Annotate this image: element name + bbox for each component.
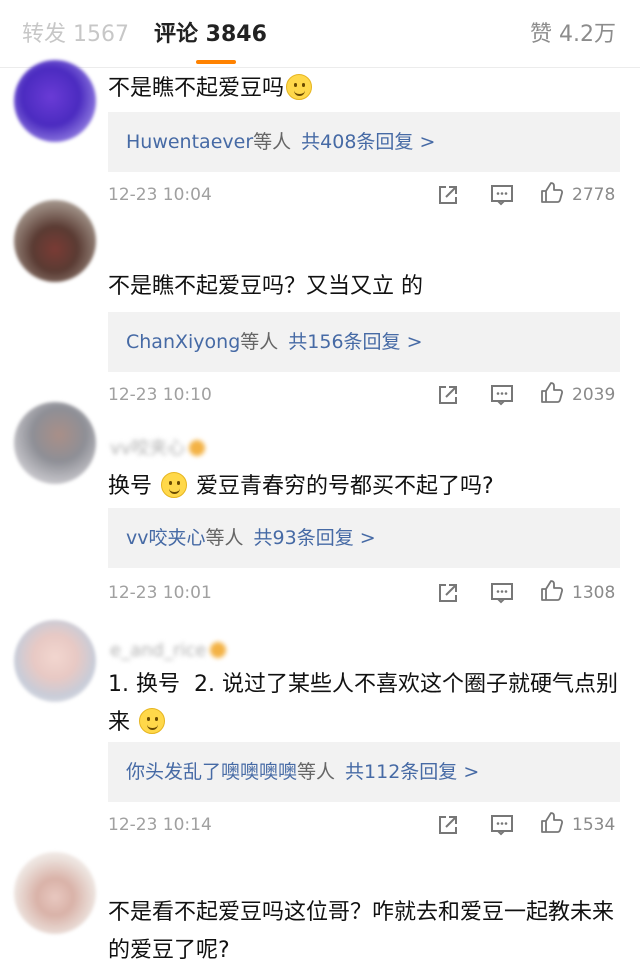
username[interactable]: e_and_rice: [110, 640, 227, 662]
avatar[interactable]: [14, 60, 96, 142]
tab-comments[interactable]: 评论 3846: [154, 20, 267, 50]
comment-meta: 12-23 10:10 2039: [108, 380, 620, 410]
reply-summary[interactable]: Huwentaever等人 共408条回复 >: [108, 112, 620, 172]
reply-summary[interactable]: 你头发乱了噢噢噢噢等人 共112条回复 >: [108, 742, 620, 802]
comment-meta: 12-23 10:01 1308: [108, 578, 620, 608]
reply-summary[interactable]: vv咬夹心等人 共93条回复 >: [108, 508, 620, 568]
thumbs-up-icon[interactable]: [540, 381, 564, 405]
share-icon[interactable]: [436, 183, 460, 207]
comment-text: 不是瞧不起爱豆吗: [108, 70, 624, 108]
comment-tabs: 转发 1567 评论 3846 赞 4.2万: [0, 0, 640, 68]
sweat-smile-emoji-icon: [286, 74, 313, 100]
reply-count-link[interactable]: 共156条回复 >: [288, 331, 422, 353]
avatar[interactable]: [14, 852, 96, 934]
timestamp: 12-23 10:01: [108, 583, 212, 603]
avatar[interactable]: [14, 620, 96, 702]
comment-text: 不是瞧不起爱豆吗？又当又立 的: [108, 274, 423, 299]
reply-count-link[interactable]: 共93条回复 >: [254, 527, 376, 549]
timestamp: 12-23 10:04: [108, 185, 212, 205]
active-tab-indicator: [196, 60, 236, 64]
like-count: 2039: [572, 385, 616, 405]
thumbs-up-icon[interactable]: [540, 579, 564, 603]
comment-text: 1. 换号 2. 说过了某些人不喜欢这个圈子就硬气点别来: [108, 672, 618, 735]
timestamp: 12-23 10:10: [108, 385, 212, 405]
username[interactable]: vv咬夹心: [110, 438, 206, 460]
reply-names[interactable]: vv咬夹心: [126, 527, 206, 549]
comment-icon[interactable]: [490, 183, 514, 207]
comment-text: 换号 爱豆青春穷的号都买不起了吗?: [108, 472, 494, 499]
reply-count-link[interactable]: 共112条回复 >: [345, 761, 479, 783]
share-icon[interactable]: [436, 383, 460, 407]
reply-names[interactable]: 你头发乱了噢噢噢噢: [126, 761, 297, 783]
comment-meta: 12-23 10:14 1534: [108, 810, 620, 840]
like-count: 1534: [572, 815, 616, 835]
like-count: 1308: [572, 583, 616, 603]
reply-names[interactable]: ChanXiyong: [126, 331, 240, 353]
tab-likes[interactable]: 赞 4.2万: [530, 20, 616, 50]
reply-names[interactable]: Huwentaever: [126, 131, 253, 153]
thumbs-up-icon[interactable]: [540, 181, 564, 205]
comment-icon[interactable]: [490, 813, 514, 837]
comment-meta: 12-23 10:04 2778: [108, 180, 620, 210]
smile-emoji-icon: [139, 708, 166, 734]
vip-badge-icon: [189, 440, 206, 456]
comment-icon[interactable]: [490, 383, 514, 407]
thinking-emoji-icon: [161, 472, 188, 498]
share-icon[interactable]: [436, 813, 460, 837]
avatar[interactable]: [14, 200, 96, 282]
reply-count-link[interactable]: 共408条回复 >: [301, 131, 435, 153]
tab-reposts[interactable]: 转发 1567: [22, 20, 129, 50]
thumbs-up-icon[interactable]: [540, 811, 564, 835]
like-count: 2778: [572, 185, 616, 205]
comment-icon[interactable]: [490, 581, 514, 605]
timestamp: 12-23 10:14: [108, 815, 212, 835]
comment-text: 不是看不起爱豆吗这位哥？咋就去和爱豆一起教未来的爱豆了呢?: [108, 900, 615, 963]
avatar[interactable]: [14, 402, 96, 484]
share-icon[interactable]: [436, 581, 460, 605]
vip-badge-icon: [210, 642, 227, 658]
reply-summary[interactable]: ChanXiyong等人 共156条回复 >: [108, 312, 620, 372]
